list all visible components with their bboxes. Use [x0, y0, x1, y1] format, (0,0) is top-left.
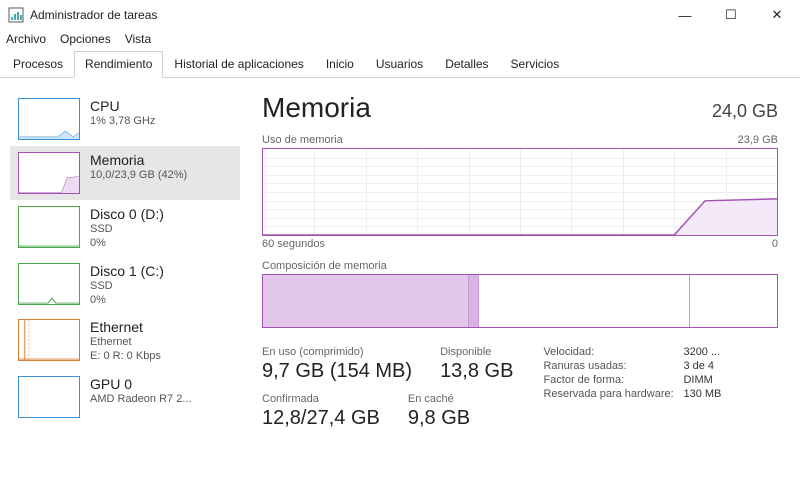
gpu-title: GPU 0: [90, 376, 192, 392]
menu-file[interactable]: Archivo: [6, 32, 46, 46]
disk0-sub2: 0%: [90, 236, 164, 250]
hw-lbl: Reservada para hardware:: [543, 388, 683, 400]
time-left: 60 segundos: [262, 238, 325, 250]
tabs: Procesos Rendimiento Historial de aplica…: [0, 50, 800, 78]
slots-lbl: Ranuras usadas:: [543, 360, 683, 372]
disk1-text: Disco 1 (C:) SSD 0%: [90, 263, 164, 308]
sidebar-item-gpu0[interactable]: GPU 0 AMD Radeon R7 2...: [10, 370, 240, 424]
window-buttons: — ☐ ✕: [662, 0, 800, 30]
sidebar-item-disk0[interactable]: Disco 0 (D:) SSD 0%: [10, 200, 240, 257]
commit-lbl: Confirmada: [262, 393, 380, 405]
gpu-sub1: AMD Radeon R7 2...: [90, 392, 192, 406]
inuse-lbl: En uso (comprimido): [262, 346, 412, 358]
usage-footer: 60 segundos 0: [262, 238, 778, 250]
cpu-title: CPU: [90, 98, 155, 114]
stat-available: Disponible 13,8 GB: [440, 346, 513, 383]
tab-inicio[interactable]: Inicio: [315, 51, 365, 78]
disk1-sub1: SSD: [90, 279, 164, 293]
cpu-thumb: [18, 98, 80, 140]
speed-val: 3200 ...: [683, 346, 720, 358]
content: CPU 1% 3,78 GHz Memoria 10,0/23,9 GB (42…: [0, 78, 800, 496]
eth-sub2: E: 0 R: 0 Kbps: [90, 349, 161, 363]
maximize-button[interactable]: ☐: [708, 0, 754, 30]
sidebar-item-memoria[interactable]: Memoria 10,0/23,9 GB (42%): [10, 146, 240, 200]
comp-inuse: [263, 275, 469, 327]
disk1-sub2: 0%: [90, 293, 164, 307]
memoria-thumb: [18, 152, 80, 194]
memoria-sub: 10,0/23,9 GB (42%): [90, 168, 187, 182]
composition-bar: [262, 274, 778, 328]
time-right: 0: [772, 238, 778, 250]
sidebar-item-cpu[interactable]: CPU 1% 3,78 GHz: [10, 92, 240, 146]
tab-procesos[interactable]: Procesos: [2, 51, 74, 78]
gpu-text: GPU 0 AMD Radeon R7 2...: [90, 376, 192, 406]
app-icon: [8, 7, 24, 23]
disk0-sub1: SSD: [90, 222, 164, 236]
eth-sub1: Ethernet: [90, 335, 161, 349]
composition-label: Composición de memoria: [262, 260, 778, 272]
stats: En uso (comprimido) 9,7 GB (154 MB) Disp…: [262, 346, 778, 430]
disk0-text: Disco 0 (D:) SSD 0%: [90, 206, 164, 251]
cpu-sub: 1% 3,78 GHz: [90, 114, 155, 128]
eth-thumb: [18, 319, 80, 361]
titlebar: Administrador de tareas — ☐ ✕: [0, 0, 800, 30]
tab-usuarios[interactable]: Usuarios: [365, 51, 434, 78]
eth-title: Ethernet: [90, 319, 161, 335]
slots-val: 3 de 4: [683, 360, 714, 372]
memoria-text: Memoria 10,0/23,9 GB (42%): [90, 152, 187, 182]
usage-label: Uso de memoria: [262, 134, 343, 146]
stats-details: Velocidad:3200 ... Ranuras usadas:3 de 4…: [543, 346, 721, 430]
eth-text: Ethernet Ethernet E: 0 R: 0 Kbps: [90, 319, 161, 364]
menu-options[interactable]: Opciones: [60, 32, 111, 46]
disk0-title: Disco 0 (D:): [90, 206, 164, 222]
tab-historial[interactable]: Historial de aplicaciones: [163, 51, 314, 78]
usage-graph: [262, 148, 778, 236]
commit-val: 12,8/27,4 GB: [262, 407, 380, 430]
main-panel: Memoria 24,0 GB Uso de memoria 23,9 GB 6…: [240, 78, 800, 496]
window-title: Administrador de tareas: [30, 8, 662, 22]
form-lbl: Factor de forma:: [543, 374, 683, 386]
close-button[interactable]: ✕: [754, 0, 800, 30]
main-title: Memoria: [262, 92, 371, 124]
sidebar: CPU 1% 3,78 GHz Memoria 10,0/23,9 GB (42…: [0, 78, 240, 496]
stat-cached: En caché 9,8 GB: [408, 393, 470, 430]
usage-label-row: Uso de memoria 23,9 GB: [262, 134, 778, 146]
speed-lbl: Velocidad:: [543, 346, 683, 358]
sidebar-item-disk1[interactable]: Disco 1 (C:) SSD 0%: [10, 257, 240, 314]
tab-rendimiento[interactable]: Rendimiento: [74, 51, 163, 78]
tab-detalles[interactable]: Detalles: [434, 51, 499, 78]
disk1-thumb: [18, 263, 80, 305]
disk0-thumb: [18, 206, 80, 248]
comp-standby: [479, 275, 690, 327]
sidebar-item-ethernet[interactable]: Ethernet Ethernet E: 0 R: 0 Kbps: [10, 313, 240, 370]
cache-lbl: En caché: [408, 393, 470, 405]
form-val: DIMM: [683, 374, 712, 386]
disk1-title: Disco 1 (C:): [90, 263, 164, 279]
comp-modified: [469, 275, 479, 327]
avail-lbl: Disponible: [440, 346, 513, 358]
avail-val: 13,8 GB: [440, 360, 513, 383]
stat-committed: Confirmada 12,8/27,4 GB: [262, 393, 380, 430]
main-total: 24,0 GB: [712, 101, 778, 122]
hw-val: 130 MB: [683, 388, 721, 400]
minimize-button[interactable]: —: [662, 0, 708, 30]
menubar: Archivo Opciones Vista: [0, 30, 800, 50]
main-header: Memoria 24,0 GB: [262, 92, 778, 124]
menu-view[interactable]: Vista: [125, 32, 151, 46]
cache-val: 9,8 GB: [408, 407, 470, 430]
memoria-title: Memoria: [90, 152, 187, 168]
stat-inuse: En uso (comprimido) 9,7 GB (154 MB): [262, 346, 412, 383]
comp-free: [690, 275, 777, 327]
cpu-text: CPU 1% 3,78 GHz: [90, 98, 155, 128]
tab-servicios[interactable]: Servicios: [500, 51, 571, 78]
inuse-val: 9,7 GB (154 MB): [262, 360, 412, 383]
usage-max: 23,9 GB: [738, 134, 778, 146]
gpu-thumb: [18, 376, 80, 418]
